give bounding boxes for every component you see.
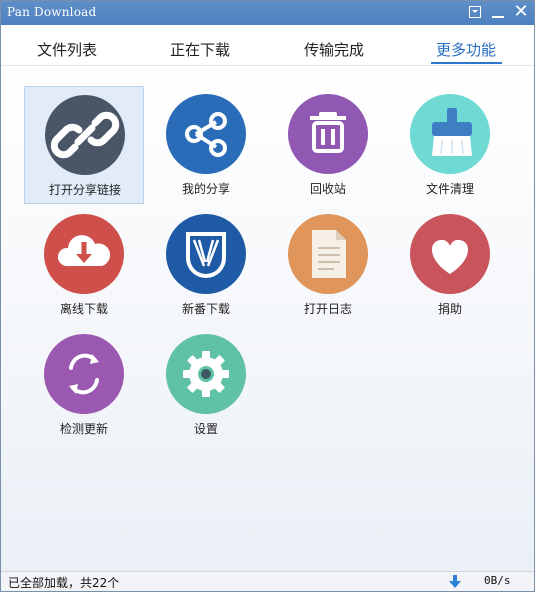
open-log-tile[interactable]: 打开日志 xyxy=(268,206,388,324)
tile-label: 文件清理 xyxy=(425,182,474,196)
tab-more-features[interactable]: 更多功能 xyxy=(416,39,516,60)
features-panel: 打开分享链接 我的分享 回收站 文件清理 离线下载 新番下载 打开日志 捐助 检… xyxy=(1,66,534,571)
recycle-bin-tile[interactable]: 回收站 xyxy=(268,86,388,204)
tile-label: 回收站 xyxy=(309,182,346,196)
trash-icon xyxy=(288,94,368,174)
close-icon: ✕ xyxy=(513,1,529,22)
status-text: 已全部加载，共22个 xyxy=(8,576,120,590)
title-bar[interactable]: Pan Download ✕ xyxy=(1,1,534,25)
app-window: Pan Download ✕ 文件列表 正在下载 传输完成 更多功能 打开分享链… xyxy=(0,0,535,592)
tile-label: 我的分享 xyxy=(181,182,230,196)
refresh-icon xyxy=(44,334,124,414)
open-share-link-tile[interactable]: 打开分享链接 xyxy=(24,86,144,204)
minimize-button[interactable] xyxy=(490,4,506,20)
new-anime-download-tile[interactable]: 新番下载 xyxy=(146,206,266,324)
tab-bar: 文件列表 正在下载 传输完成 更多功能 xyxy=(1,25,534,66)
broom-icon xyxy=(410,94,490,174)
link-icon xyxy=(45,95,125,175)
status-bar: 已全部加载，共22个 0B/s xyxy=(1,571,534,591)
tile-label: 捐助 xyxy=(437,302,462,316)
download-arrow-icon xyxy=(449,574,461,588)
settings-tile[interactable]: 设置 xyxy=(146,326,266,444)
heart-icon xyxy=(410,214,490,294)
tab-downloading[interactable]: 正在下载 xyxy=(150,39,250,60)
tab-completed[interactable]: 传输完成 xyxy=(284,39,384,60)
menu-dropdown-button[interactable] xyxy=(467,4,483,20)
download-speed: 0B/s xyxy=(484,574,511,587)
active-tab-indicator xyxy=(431,62,502,64)
chevron-down-icon xyxy=(472,10,478,13)
cloud-download-icon xyxy=(44,214,124,294)
tile-label: 打开日志 xyxy=(303,302,352,316)
tile-label: 检测更新 xyxy=(59,422,108,436)
share-icon xyxy=(166,94,246,174)
donate-tile[interactable]: 捐助 xyxy=(390,206,510,324)
tile-label: 离线下载 xyxy=(59,302,108,316)
minimize-icon xyxy=(492,16,504,18)
window-title: Pan Download xyxy=(7,5,97,19)
file-cleanup-tile[interactable]: 文件清理 xyxy=(390,86,510,204)
check-update-tile[interactable]: 检测更新 xyxy=(24,326,144,444)
tab-file-list[interactable]: 文件列表 xyxy=(17,39,117,60)
tile-label: 新番下载 xyxy=(181,302,230,316)
close-button[interactable]: ✕ xyxy=(513,1,529,22)
wings-emblem-icon xyxy=(166,214,246,294)
offline-download-tile[interactable]: 离线下载 xyxy=(24,206,144,324)
tile-label: 打开分享链接 xyxy=(48,183,121,197)
tile-label: 设置 xyxy=(193,422,218,436)
gear-icon xyxy=(166,334,246,414)
document-icon xyxy=(288,214,368,294)
my-shares-tile[interactable]: 我的分享 xyxy=(146,86,266,204)
